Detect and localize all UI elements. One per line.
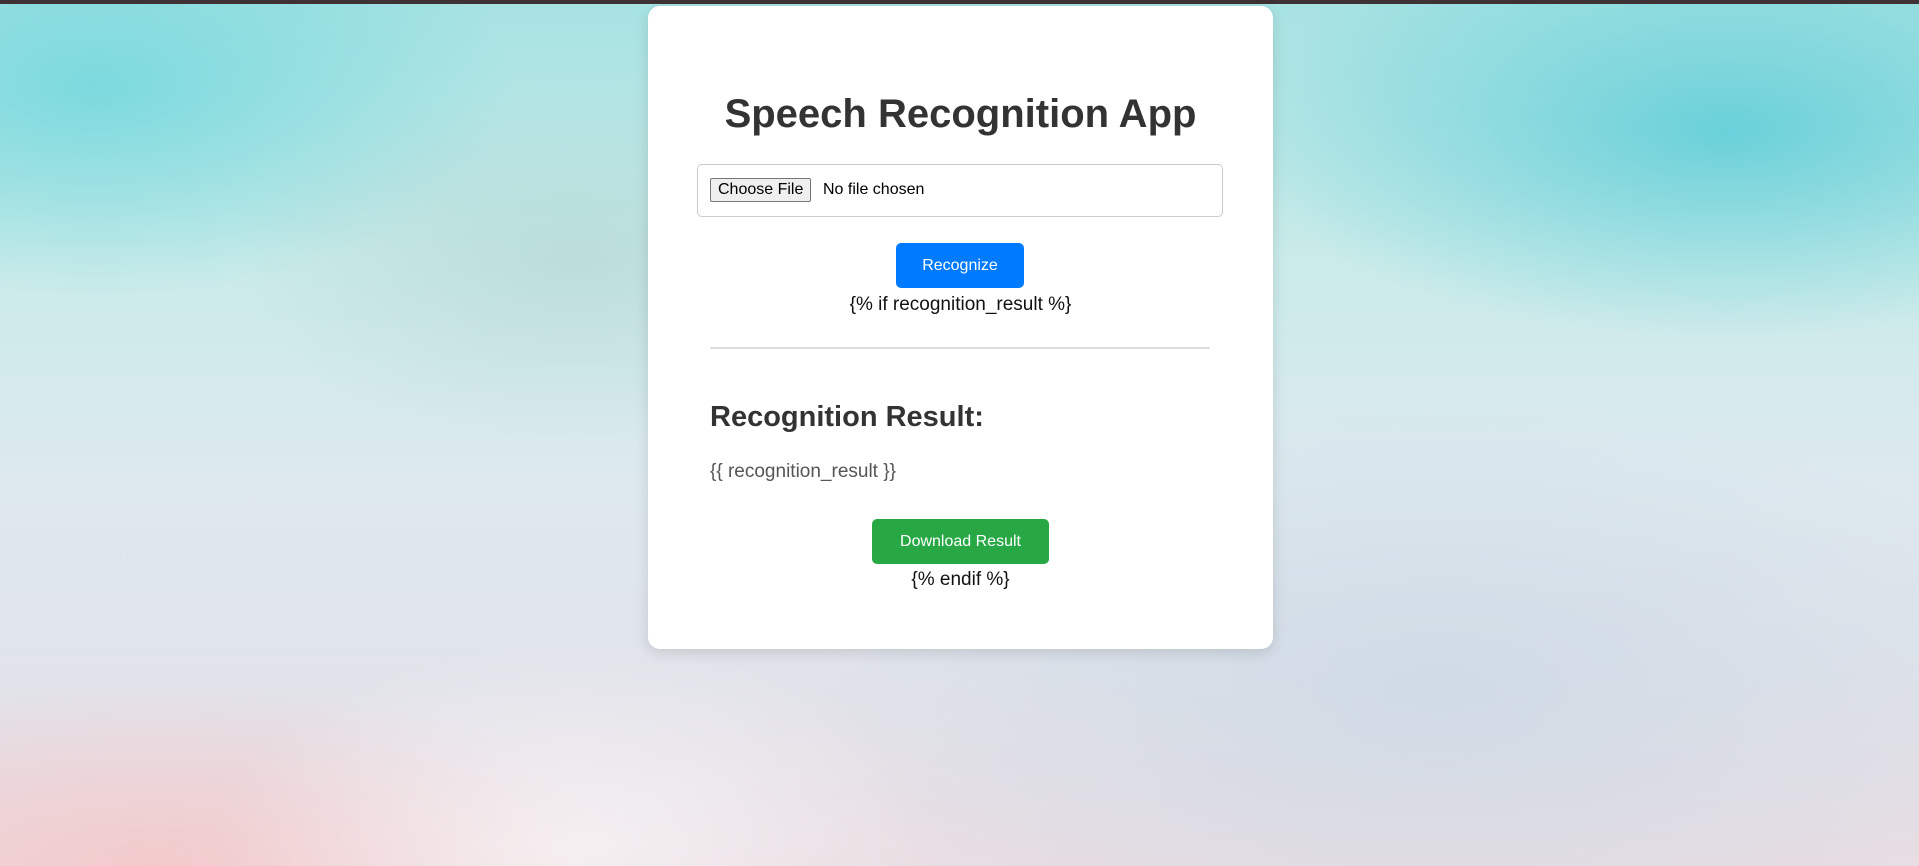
app-card: Speech Recognition App Choose File No fi…: [648, 6, 1273, 649]
choose-file-button[interactable]: Choose File: [710, 178, 812, 202]
download-result-button[interactable]: Download Result: [872, 519, 1049, 564]
section-divider: [710, 347, 1210, 349]
page-title: Speech Recognition App: [724, 92, 1197, 136]
file-status-text: No file chosen: [823, 181, 925, 198]
file-upload-field[interactable]: Choose File No file chosen: [697, 164, 1223, 217]
browser-top-strip: [0, 0, 1919, 4]
template-if-tag: {% if recognition_result %}: [849, 294, 1072, 315]
recognize-button[interactable]: Recognize: [896, 243, 1024, 288]
template-endif-tag: {% endif %}: [911, 569, 1010, 590]
result-value: {{ recognition_result }}: [710, 461, 896, 482]
result-heading: Recognition Result:: [710, 401, 984, 433]
